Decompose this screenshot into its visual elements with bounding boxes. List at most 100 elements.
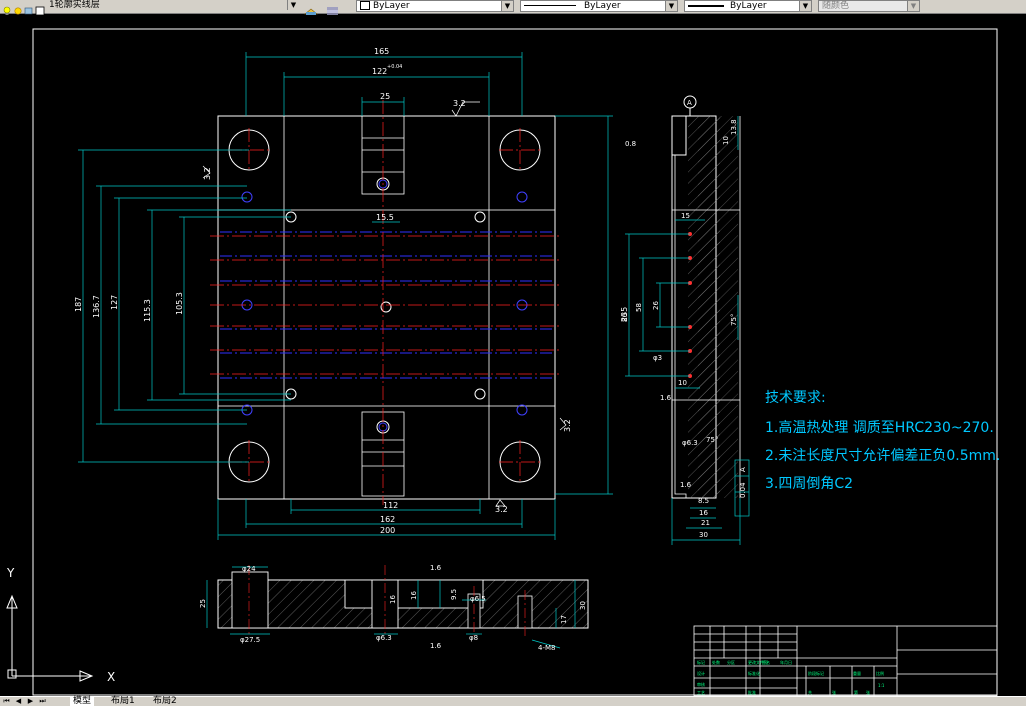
svg-text:φ6.5: φ6.5: [470, 595, 486, 603]
svg-text:86: 86: [621, 313, 629, 322]
chevron-down-icon[interactable]: ▼: [907, 1, 919, 11]
ucs-icon: [6, 594, 94, 682]
top-view: 165 122 +0.04 25 15.5 112 162 200 3.2 3.…: [74, 47, 629, 540]
roughness-text: 3.2: [453, 99, 466, 108]
svg-text:9.5: 9.5: [450, 589, 458, 600]
dim-text: 15.5: [376, 213, 394, 222]
svg-text:0.8: 0.8: [625, 140, 636, 148]
svg-text:审核: 审核: [697, 681, 705, 687]
svg-text:15: 15: [681, 212, 690, 220]
layer-freeze-icon[interactable]: [24, 1, 34, 15]
svg-text:φ6.3: φ6.3: [682, 439, 698, 447]
svg-text:0.04: 0.04: [739, 482, 747, 498]
chevron-down-icon[interactable]: ▼: [287, 0, 299, 10]
svg-text:25: 25: [199, 599, 207, 608]
dim-text: 127: [110, 295, 119, 310]
svg-text:标准化: 标准化: [748, 670, 760, 676]
svg-text:工艺: 工艺: [697, 690, 705, 695]
roughness-text: 3.2: [495, 505, 508, 514]
lineweight-sample-icon: [688, 4, 724, 7]
notes-title: 技术要求:: [765, 390, 826, 406]
drawing-svg: 165 122 +0.04 25 15.5 112 162 200 3.2 3.…: [6, 28, 1000, 697]
sun-icon[interactable]: [13, 1, 23, 15]
svg-text:8.5: 8.5: [698, 497, 709, 505]
note-line: 3.四周倒角C2: [765, 476, 853, 492]
plot-style-value: 随颜色: [822, 1, 850, 11]
svg-text:年月日: 年月日: [780, 659, 792, 665]
dim-text: 162: [380, 515, 395, 524]
svg-text:签名: 签名: [762, 659, 770, 665]
svg-text:1.6: 1.6: [660, 394, 672, 402]
dim-text: 122: [372, 67, 387, 76]
roughness-text: 3.2: [563, 419, 572, 432]
linetype-value: ByLayer: [584, 1, 621, 11]
datum-label: A: [687, 99, 692, 107]
note-line: 1.高温热处理 调质至HRC230~270.: [765, 419, 994, 436]
svg-text:30: 30: [699, 531, 708, 539]
dim-text: 25: [380, 92, 390, 101]
svg-text:处数: 处数: [712, 659, 720, 665]
svg-text:φ24: φ24: [242, 565, 256, 573]
ucs-y-label: Y: [6, 566, 15, 580]
svg-text:标记: 标记: [697, 659, 705, 665]
svg-text:φ27.5: φ27.5: [240, 636, 260, 644]
svg-text:φ8: φ8: [469, 634, 478, 642]
dim-text: 136.7: [92, 295, 101, 318]
svg-text:第: 第: [854, 689, 858, 695]
linetype-control-dropdown[interactable]: ByLayer ▼: [520, 0, 678, 12]
svg-text:张: 张: [866, 689, 870, 695]
plate-outline: [217, 115, 556, 500]
color-control-dropdown[interactable]: ByLayer ▼: [356, 0, 514, 12]
color-swatch-icon: [360, 1, 370, 10]
svg-text:1.6: 1.6: [430, 564, 442, 572]
svg-text:13.8: 13.8: [730, 119, 738, 135]
section-view: φ24 φ27.5 φ6.5 φ6.3 φ8 4-M8 1.6 1.6 25 1…: [199, 564, 589, 652]
dim-text: 187: [74, 297, 83, 312]
dim-text: 112: [383, 501, 398, 510]
svg-text:10: 10: [722, 136, 730, 145]
lineweight-value: ByLayer: [730, 1, 767, 11]
svg-text:75°: 75°: [730, 314, 738, 326]
svg-text:分区: 分区: [727, 659, 735, 665]
chevron-down-icon[interactable]: ▼: [665, 1, 677, 11]
layer-name: 1轮廓实线层: [49, 0, 100, 10]
make-object-layer-current-icon[interactable]: [304, 1, 318, 15]
svg-text:A: A: [739, 467, 747, 472]
roughness-text: 3.2: [203, 167, 212, 180]
svg-text:17: 17: [560, 615, 568, 624]
svg-text:16: 16: [699, 509, 708, 517]
layer-previous-icon[interactable]: [326, 1, 340, 15]
pocket-outline: [283, 115, 490, 500]
svg-text:1:1: 1:1: [878, 683, 885, 688]
svg-text:4-M8: 4-M8: [538, 644, 555, 652]
svg-text:1.6: 1.6: [430, 642, 442, 650]
svg-text:26: 26: [652, 301, 660, 310]
plot-style-dropdown[interactable]: 随颜色 ▼: [818, 0, 920, 12]
linetype-sample-icon: [524, 5, 576, 6]
note-line: 2.未注长度尺寸允许偏差正负0.5mm.: [765, 448, 1000, 464]
svg-text:16: 16: [389, 595, 397, 604]
dim-text: +0.04: [387, 64, 402, 70]
lightbulb-icon[interactable]: [2, 1, 12, 15]
technical-notes: 技术要求: 1.高温热处理 调质至HRC230~270. 2.未注长度尺寸允许偏…: [765, 390, 1000, 492]
svg-text:1.6: 1.6: [680, 481, 692, 489]
chevron-down-icon[interactable]: ▼: [799, 1, 811, 11]
layer-dropdown[interactable]: 1轮廓实线层 ▼: [46, 0, 299, 12]
lineweight-control-dropdown[interactable]: ByLayer ▼: [684, 0, 812, 12]
color-value: ByLayer: [373, 1, 410, 11]
title-block: [693, 625, 998, 697]
dim-text: 200: [380, 526, 395, 535]
svg-text:75°: 75°: [706, 436, 718, 444]
dim-text: 165: [374, 47, 389, 56]
svg-text:共: 共: [808, 689, 812, 695]
svg-text:21: 21: [701, 519, 710, 527]
cavity-outline: [217, 209, 556, 407]
layer-color-swatch-icon[interactable]: [35, 1, 45, 16]
svg-text:张: 张: [832, 689, 836, 695]
drawing-canvas[interactable]: 165 122 +0.04 25 15.5 112 162 200 3.2 3.…: [0, 14, 1026, 697]
chevron-down-icon[interactable]: ▼: [501, 1, 513, 11]
title-block-text: 标记 处数 分区 更改文件号 签名 年月日 设计 标准化 阶段标记 重量 比例 …: [697, 659, 885, 695]
svg-text:30: 30: [579, 601, 587, 610]
svg-text:阶段标记: 阶段标记: [808, 670, 824, 676]
svg-text:16: 16: [410, 591, 418, 600]
